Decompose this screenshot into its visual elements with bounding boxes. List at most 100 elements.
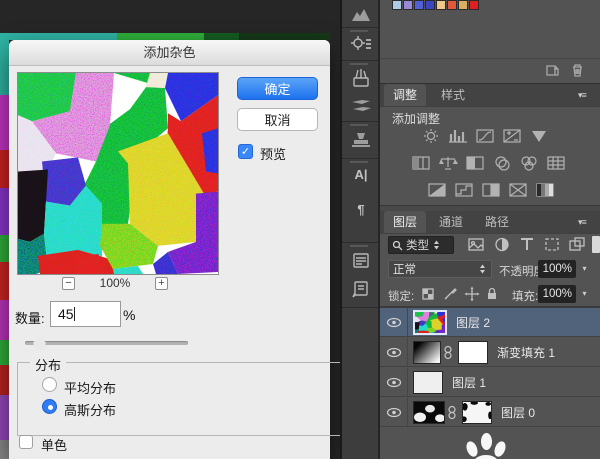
monochromatic-checkbox[interactable] xyxy=(19,435,33,449)
layer-row[interactable]: 图层 0 xyxy=(380,398,600,427)
amount-slider-thumb[interactable] xyxy=(33,337,46,350)
visibility-toggle[interactable] xyxy=(380,398,408,426)
layer-name[interactable]: 图层 0 xyxy=(501,404,535,421)
black-white-icon[interactable] xyxy=(464,155,486,171)
visibility-toggle[interactable] xyxy=(380,308,408,336)
layer-name[interactable]: 图层 1 xyxy=(452,374,486,391)
layer-comps-icon[interactable] xyxy=(350,252,372,272)
fill-dropdown-arrow[interactable]: ▾ xyxy=(579,285,590,303)
dialog-titlebar[interactable]: 添加杂色 xyxy=(9,40,330,66)
gaussian-radio-label: 高斯分布 xyxy=(64,400,116,419)
layer-thumbnail-bw[interactable] xyxy=(413,401,445,424)
mask-link-icon xyxy=(443,345,453,360)
invert-icon[interactable] xyxy=(426,182,448,198)
type-layer-filter-icon[interactable] xyxy=(517,235,537,254)
tab-paths[interactable]: 路径 xyxy=(476,211,518,233)
eye-icon xyxy=(386,377,402,388)
character-panel-icon[interactable]: A| xyxy=(350,167,372,187)
tool-presets-icon[interactable] xyxy=(350,35,372,55)
exposure-icon[interactable] xyxy=(501,128,523,144)
new-swatch-icon[interactable] xyxy=(545,63,560,78)
layer-name[interactable]: 图层 2 xyxy=(456,314,490,331)
layer-row[interactable]: 图层 1 xyxy=(380,368,600,397)
zoom-out-button[interactable]: − xyxy=(62,277,75,290)
fill-value[interactable]: 100% xyxy=(538,285,576,303)
preview-zoom-value: 100% xyxy=(87,276,143,290)
layer-thumbnail-gradient[interactable] xyxy=(413,341,441,364)
brush-presets-icon[interactable] xyxy=(350,68,372,88)
lock-label: 锁定: xyxy=(388,288,414,304)
opacity-value[interactable]: 100% xyxy=(538,260,576,278)
pixel-layer-filter-icon[interactable] xyxy=(466,235,486,254)
gradient-map-icon[interactable] xyxy=(507,182,529,198)
canvas-image-sliver-left xyxy=(0,33,9,459)
brushes-icon[interactable] xyxy=(350,96,372,116)
vibrance-icon[interactable] xyxy=(528,128,550,144)
add-noise-dialog: 添加杂色 − 100% + 数量: 45 % 分布 xyxy=(9,40,330,459)
opacity-dropdown-arrow[interactable]: ▾ xyxy=(579,260,590,278)
color-swatch[interactable] xyxy=(458,0,468,10)
notes-icon[interactable] xyxy=(350,280,372,300)
posterize-icon[interactable] xyxy=(453,182,475,198)
lock-position-icon[interactable] xyxy=(464,286,480,302)
panel-menu-icon[interactable]: ▾≡ xyxy=(578,216,594,228)
adjustment-layer-filter-icon[interactable] xyxy=(492,235,512,254)
layer-filter-kind-dropdown[interactable]: 类型 xyxy=(388,236,454,254)
selective-color-icon[interactable] xyxy=(534,182,556,198)
layer-row-selected[interactable]: 图层 2 xyxy=(380,308,600,337)
color-swatch[interactable] xyxy=(403,0,413,10)
photo-filter-icon[interactable] xyxy=(491,155,513,171)
noise-preview-image[interactable] xyxy=(17,72,219,275)
tab-channels[interactable]: 通道 xyxy=(430,211,472,233)
color-swatch[interactable] xyxy=(414,0,424,10)
levels-icon[interactable] xyxy=(447,128,469,144)
ok-button[interactable]: 确定 xyxy=(237,77,318,100)
color-swatch[interactable] xyxy=(469,0,479,10)
color-lookup-icon[interactable] xyxy=(545,155,567,171)
tab-layers[interactable]: 图层 xyxy=(384,211,426,233)
color-balance-icon[interactable] xyxy=(437,155,459,171)
hue-saturation-icon[interactable] xyxy=(410,155,432,171)
lock-transparent-icon[interactable] xyxy=(420,286,436,302)
paragraph-panel-icon[interactable]: ¶ xyxy=(350,202,372,222)
lock-all-icon[interactable] xyxy=(484,286,500,302)
clone-source-icon[interactable] xyxy=(350,130,372,150)
histogram-icon[interactable] xyxy=(350,6,372,26)
gaussian-radio[interactable] xyxy=(42,399,57,414)
amount-label: 数量: xyxy=(15,308,45,327)
shape-layer-filter-icon[interactable] xyxy=(542,235,562,254)
adjustments-tabbar: 调整 样式 ▾≡ xyxy=(380,84,600,107)
curves-icon[interactable] xyxy=(474,128,496,144)
blend-mode-dropdown[interactable]: 正常 xyxy=(388,260,492,278)
lock-image-icon[interactable] xyxy=(442,286,458,302)
cancel-button[interactable]: 取消 xyxy=(237,108,318,131)
layer-row[interactable]: 渐变填充 1 xyxy=(380,338,600,367)
layer-mask-thumbnail[interactable] xyxy=(462,401,492,424)
filter-toggle[interactable] xyxy=(592,236,600,253)
eye-icon xyxy=(386,407,402,418)
color-swatch[interactable] xyxy=(436,0,446,10)
layer-thumbnail-noise[interactable] xyxy=(413,310,447,335)
visibility-toggle[interactable] xyxy=(380,368,408,396)
visibility-toggle[interactable] xyxy=(380,338,408,366)
smart-object-filter-icon[interactable] xyxy=(567,235,587,254)
preview-checkbox[interactable]: ✓ xyxy=(238,144,253,159)
amount-slider-track[interactable] xyxy=(25,341,188,345)
layer-thumbnail-speckle[interactable] xyxy=(413,371,443,394)
color-swatch[interactable] xyxy=(447,0,457,10)
layer-name[interactable]: 渐变填充 1 xyxy=(497,344,555,361)
trash-icon[interactable] xyxy=(570,63,585,78)
tab-adjustments[interactable]: 调整 xyxy=(384,84,426,106)
zoom-in-button[interactable]: + xyxy=(155,277,168,290)
amount-input[interactable]: 45 xyxy=(50,301,121,327)
color-swatch[interactable] xyxy=(392,0,402,10)
brightness-contrast-icon[interactable] xyxy=(420,128,442,144)
color-swatch[interactable] xyxy=(425,0,435,10)
channel-mixer-icon[interactable] xyxy=(518,155,540,171)
blend-mode-value: 正常 xyxy=(393,261,416,277)
tab-styles[interactable]: 样式 xyxy=(432,84,474,106)
threshold-icon[interactable] xyxy=(480,182,502,198)
uniform-radio[interactable] xyxy=(42,377,57,392)
panel-menu-icon[interactable]: ▾≡ xyxy=(578,89,594,101)
layer-mask-thumbnail[interactable] xyxy=(458,341,488,364)
